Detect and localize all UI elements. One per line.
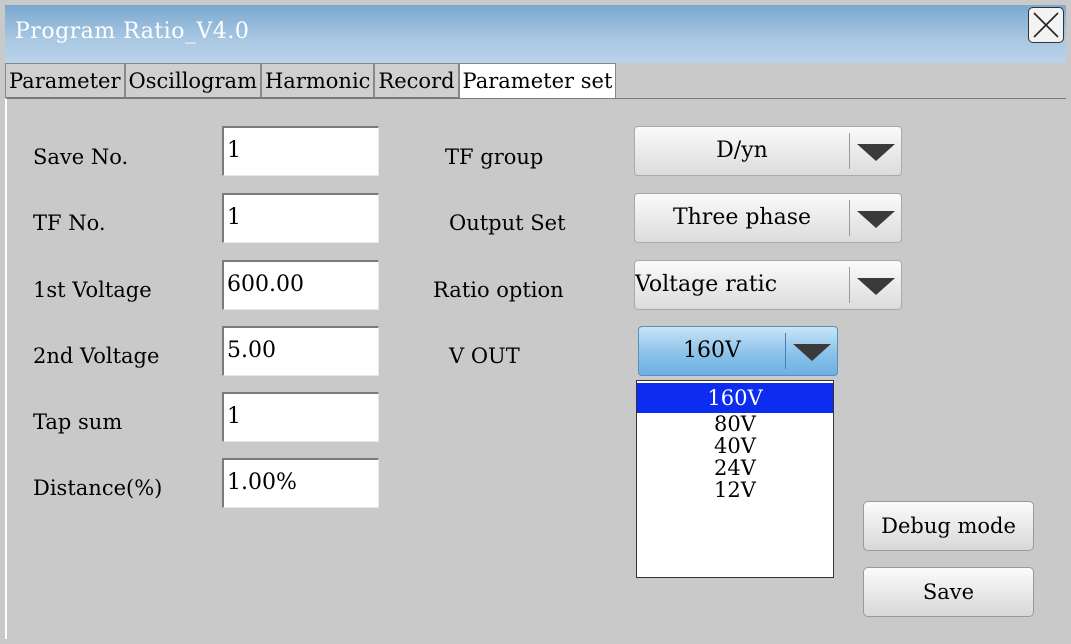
distance-label: Distance(%): [33, 476, 163, 500]
tap-sum-input[interactable]: 1: [222, 392, 379, 442]
first-voltage-input[interactable]: 600.00: [222, 260, 379, 310]
tab-oscillogram[interactable]: Oscillogram: [124, 63, 261, 98]
tab-bar: Parameter Oscillogram Harmonic Record Pa…: [5, 63, 617, 99]
save-no-input[interactable]: 1: [222, 126, 379, 176]
chevron-down-icon: [793, 344, 831, 361]
save-no-label: Save No.: [33, 145, 129, 169]
ratio-option-select[interactable]: Voltage ratic: [634, 260, 902, 310]
output-set-select[interactable]: Three phase: [634, 193, 902, 243]
tf-no-label: TF No.: [33, 211, 106, 235]
v-out-option-12v[interactable]: 12V: [637, 479, 833, 501]
combo-separator: [849, 267, 850, 303]
window-title: Program Ratio_V4.0: [15, 19, 250, 44]
tf-no-input[interactable]: 1: [222, 193, 379, 243]
v-out-option-24v[interactable]: 24V: [637, 457, 833, 479]
tab-parameter[interactable]: Parameter: [5, 63, 125, 98]
close-icon: [1033, 12, 1059, 38]
v-out-option-160v[interactable]: 160V: [637, 383, 833, 413]
combo-separator: [785, 333, 786, 369]
distance-input[interactable]: 1.00%: [222, 458, 379, 508]
v-out-select[interactable]: 160V: [638, 326, 838, 376]
title-bar: Program Ratio_V4.0: [5, 5, 1066, 63]
tab-parameter-set[interactable]: Parameter set: [458, 63, 617, 99]
close-button[interactable]: [1028, 7, 1064, 43]
combo-separator: [849, 133, 850, 169]
parameter-set-panel: Save No. 1 TF No. 1 1st Voltage 600.00 2…: [5, 98, 1066, 639]
tab-harmonic[interactable]: Harmonic: [260, 63, 375, 98]
tap-sum-label: Tap sum: [33, 410, 123, 434]
tf-group-select[interactable]: D/yn: [634, 126, 902, 176]
debug-mode-button[interactable]: Debug mode: [863, 501, 1034, 551]
ratio-option-value: Voltage ratic: [635, 272, 778, 297]
output-set-value: Three phase: [672, 205, 812, 230]
combo-separator: [849, 200, 850, 236]
tab-record[interactable]: Record: [374, 63, 459, 98]
chevron-down-icon: [857, 211, 895, 228]
save-button[interactable]: Save: [863, 567, 1034, 617]
tf-group-value: D/yn: [716, 138, 768, 163]
first-voltage-label: 1st Voltage: [33, 278, 152, 302]
ratio-option-label: Ratio option: [433, 278, 564, 302]
tf-group-label: TF group: [445, 145, 544, 169]
second-voltage-label: 2nd Voltage: [33, 344, 160, 368]
v-out-value: 160V: [683, 338, 741, 363]
v-out-dropdown-list: 160V 80V 40V 24V 12V: [636, 380, 834, 578]
chevron-down-icon: [857, 278, 895, 295]
output-set-label: Output Set: [449, 211, 566, 235]
v-out-option-80v[interactable]: 80V: [637, 413, 833, 435]
chevron-down-icon: [857, 144, 895, 161]
app-window: Program Ratio_V4.0 Parameter Oscillogram…: [0, 0, 1071, 644]
second-voltage-input[interactable]: 5.00: [222, 326, 379, 376]
v-out-option-40v[interactable]: 40V: [637, 435, 833, 457]
v-out-label: V OUT: [449, 344, 520, 368]
